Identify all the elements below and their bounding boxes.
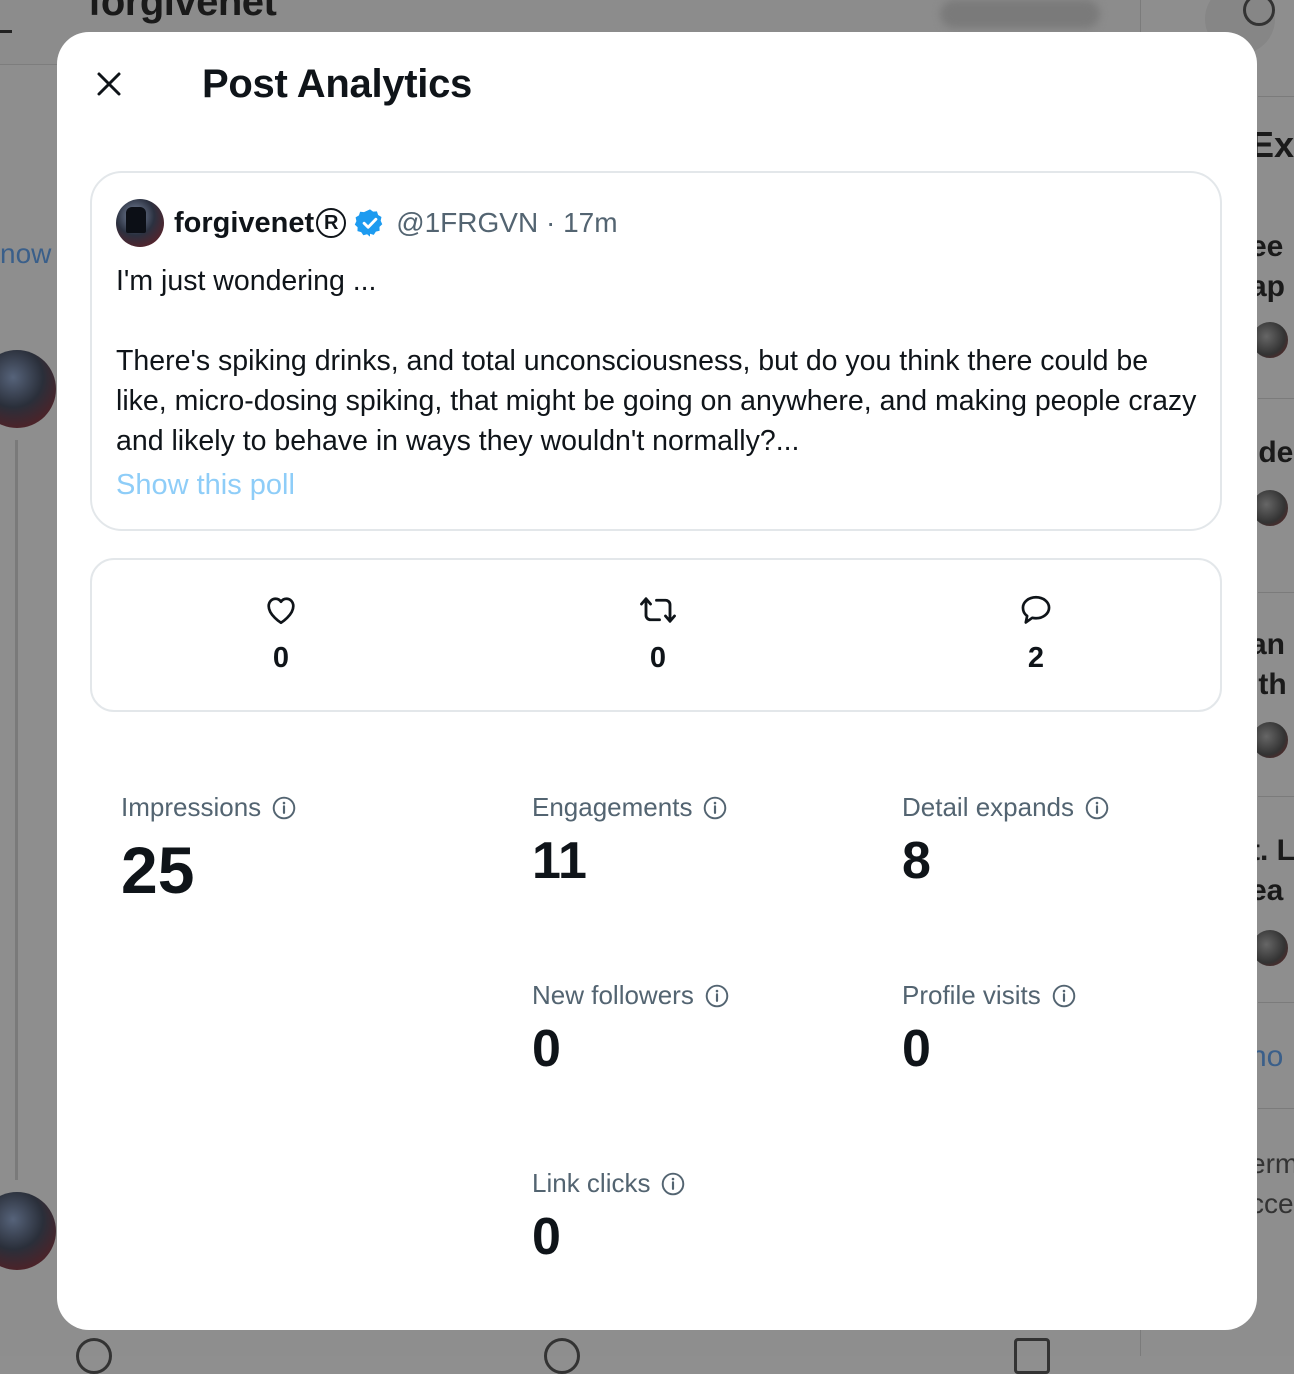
likes-count: 0: [272, 642, 290, 674]
info-icon[interactable]: [1084, 795, 1110, 821]
close-button[interactable]: [85, 60, 133, 108]
background-thread-line: [15, 440, 18, 1180]
author-handle-and-time: @1FRGVN · 17m: [396, 207, 618, 238]
background-blurred-tab: [940, 0, 1100, 28]
background-right-divider: [1258, 398, 1294, 399]
info-icon[interactable]: [271, 795, 297, 821]
background-right-divider: [1258, 1108, 1294, 1109]
metric-value: 11: [532, 832, 587, 890]
background-show-link: now: [0, 238, 52, 269]
post-text: I'm just wondering ... There's spiking d…: [116, 261, 1206, 461]
metric-label: Link clicks: [532, 1168, 651, 1198]
author-name[interactable]: forgivenet: [174, 207, 314, 240]
metric-value: 8: [902, 832, 931, 890]
info-icon[interactable]: [704, 983, 730, 1009]
registered-mark: R: [316, 208, 347, 238]
info-icon[interactable]: [702, 795, 728, 821]
background-like-icon: [544, 1338, 580, 1374]
metric-detail-expands: Detail expands 8: [902, 792, 1110, 887]
close-icon: [97, 72, 121, 96]
post-preview-card[interactable]: forgivenet R @1FRGVN · 17m I'm just wond…: [90, 171, 1222, 531]
reposts-stat[interactable]: 0: [618, 592, 698, 675]
metric-link-clicks: Link clicks 0: [532, 1168, 686, 1263]
metric-label: Profile visits: [902, 980, 1041, 1010]
metric-label: Impressions: [121, 792, 262, 822]
metric-value: 25: [121, 833, 195, 907]
metric-value: 0: [532, 1208, 561, 1266]
likes-stat[interactable]: 0: [241, 592, 321, 675]
metric-value: 0: [532, 1020, 561, 1078]
metric-label: New followers: [532, 980, 694, 1010]
post-analytics-modal: Post Analytics forgivenet R @1FRGVN · 17…: [57, 32, 1257, 1330]
metric-impressions: Impressions 25: [121, 792, 297, 903]
info-icon[interactable]: [660, 1171, 686, 1197]
metric-new-followers: New followers 0: [532, 980, 730, 1075]
post-header: forgivenet R @1FRGVN · 17m: [116, 199, 618, 247]
background-right-divider: [1258, 1002, 1294, 1003]
metric-label: Detail expands: [902, 792, 1074, 822]
info-icon[interactable]: [1051, 983, 1077, 1009]
background-profile-title: forgivenet: [88, 0, 277, 24]
reposts-count: 0: [649, 642, 667, 674]
post-text-line: I'm just wondering ...: [116, 265, 377, 297]
heart-icon: [267, 597, 295, 625]
metric-profile-visits: Profile visits 0: [902, 980, 1077, 1075]
background-reply-icon: [76, 1338, 112, 1374]
metric-value: 0: [902, 1020, 931, 1078]
back-arrow-icon: [0, 30, 12, 33]
background-avatar: [0, 1192, 56, 1270]
background-right-divider: [1258, 796, 1294, 797]
post-text-paragraph: There's spiking drinks, and total uncons…: [116, 345, 1197, 457]
background-right-divider: [1258, 592, 1294, 593]
verified-badge-icon: [354, 207, 386, 239]
engagement-summary-card: 0 0 2: [90, 558, 1222, 712]
reply-icon: [1021, 595, 1051, 624]
background-avatar: [0, 350, 56, 428]
metric-engagements: Engagements 11: [532, 792, 728, 887]
modal-title: Post Analytics: [202, 62, 472, 106]
replies-count: 2: [1027, 642, 1045, 674]
background-bookmark-icon: [1014, 1338, 1050, 1374]
author-avatar[interactable]: [116, 199, 164, 247]
repost-icon: [640, 597, 676, 623]
background-right-divider: [1258, 96, 1294, 97]
metric-label: Engagements: [532, 792, 693, 822]
show-poll-link[interactable]: Show this poll: [116, 469, 295, 502]
replies-stat[interactable]: 2: [996, 592, 1076, 675]
